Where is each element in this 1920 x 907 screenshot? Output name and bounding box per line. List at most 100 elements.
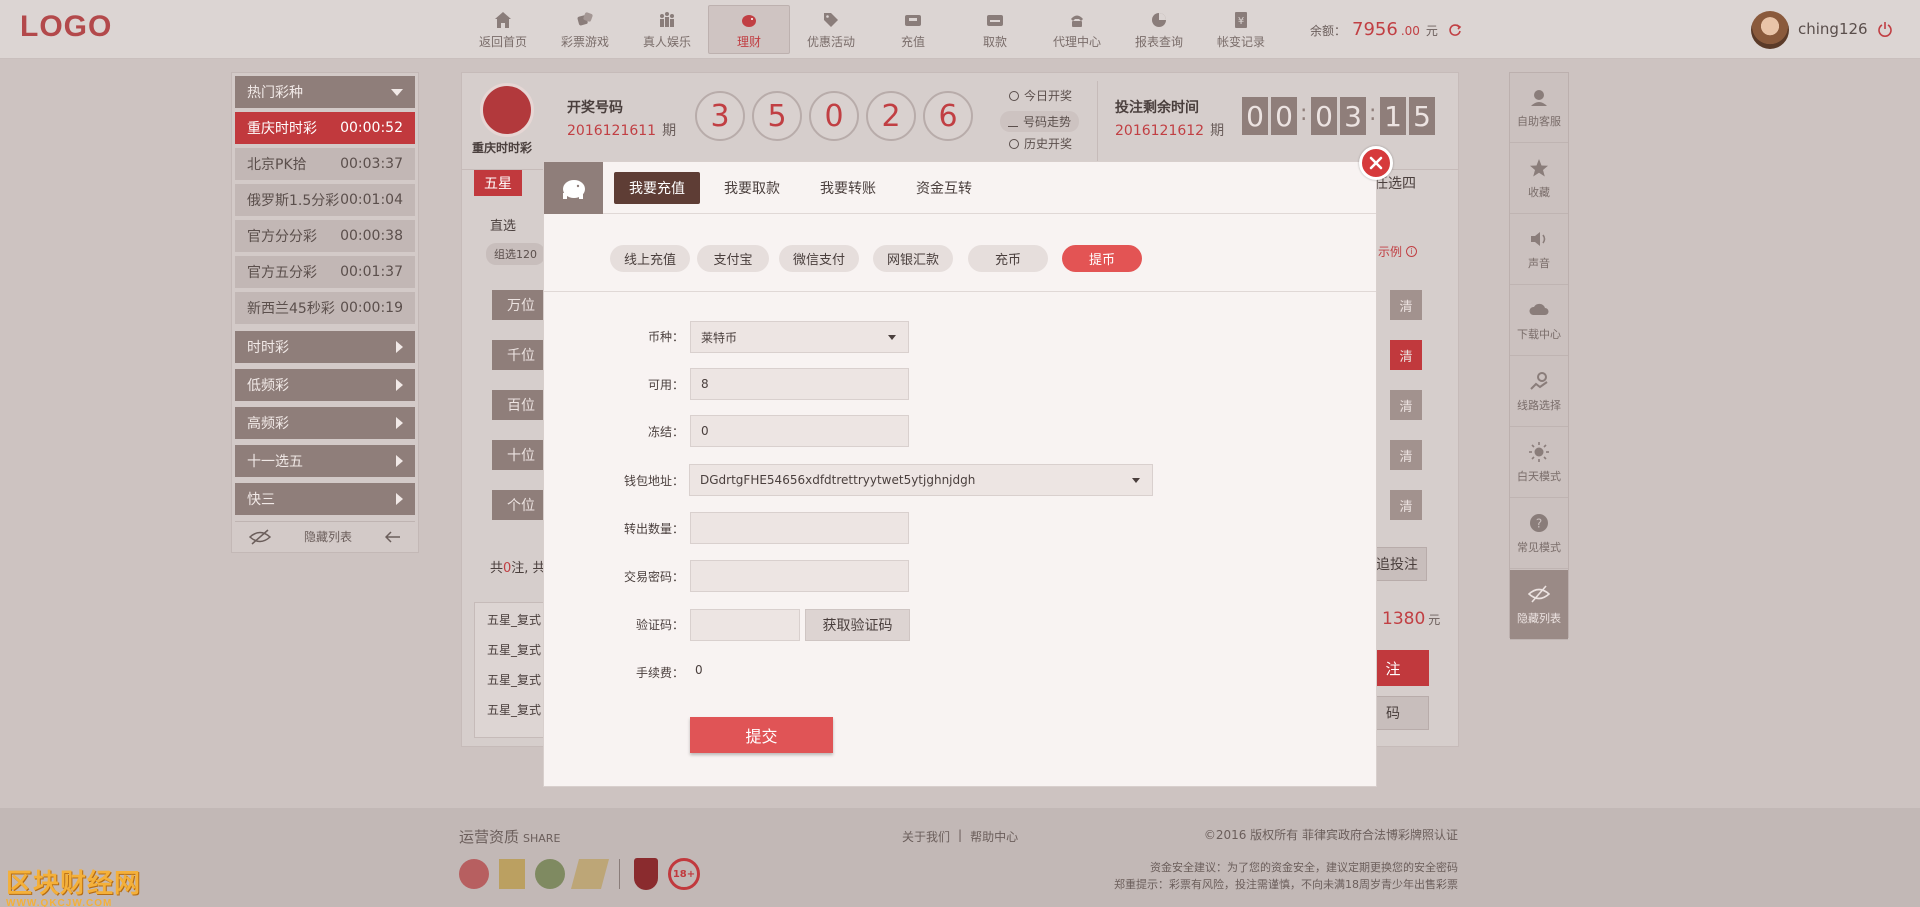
nav-live-casino[interactable]: 真人娱乐: [626, 5, 708, 54]
left-sidebar: 热门彩种 重庆时时彩 00:00:52 北京PK拾 00:03:37 俄罗斯1.5分…: [231, 72, 419, 553]
hide-list-toggle[interactable]: 隐藏列表: [235, 521, 415, 551]
cloud-download-icon: [1529, 303, 1549, 315]
phone-icon: [1071, 15, 1083, 27]
countdown-digit: 1: [1380, 97, 1406, 135]
hot-item-official-5min[interactable]: 官方五分彩 00:01:37: [235, 256, 415, 288]
hot-item-chongqing[interactable]: 重庆时时彩 00:00:52: [235, 112, 415, 144]
favorites-button[interactable]: 收藏: [1510, 144, 1568, 214]
self-service-button[interactable]: 自助客服: [1510, 73, 1568, 143]
sub-play-tag[interactable]: 组选120: [486, 243, 545, 265]
sound-button[interactable]: 声音: [1510, 215, 1568, 285]
number-trend-link[interactable]: 号码走势: [1000, 111, 1080, 132]
chevron-down-icon: [391, 88, 403, 96]
category-low-freq[interactable]: 低频彩: [235, 369, 415, 401]
clear-button[interactable]: 清: [1390, 290, 1422, 320]
play-tab-five-star[interactable]: 五星: [474, 170, 522, 196]
close-modal-button[interactable]: [1359, 146, 1393, 180]
hide-list-button[interactable]: 隐藏列表: [1510, 570, 1568, 640]
pill-online-deposit[interactable]: 线上充值: [610, 245, 690, 272]
nav-deposit[interactable]: 充值: [872, 5, 954, 54]
captcha-input[interactable]: [690, 609, 800, 641]
svg-text:?: ?: [1536, 517, 1542, 531]
pill-deposit-coin[interactable]: 充币: [968, 245, 1048, 272]
right-sidebar: 自助客服 收藏 声音 下载中心 线路选择 白天模式 ? 常见模式 隐藏列表: [1509, 72, 1569, 640]
nav-finance[interactable]: 理财: [708, 5, 790, 54]
power-icon[interactable]: [1877, 21, 1893, 37]
piggy-bank-icon: [544, 162, 603, 214]
example-link[interactable]: 示例 i: [1378, 243, 1418, 260]
hot-item-official-1min[interactable]: 官方分分彩 00:00:38: [235, 220, 415, 252]
top-header: LOGO 返回首页 彩票游戏 真人娱乐 理财 优惠活动 充值 取款 代理中心 报…: [0, 0, 1920, 59]
hot-lottery-header[interactable]: 热门彩种: [235, 76, 415, 108]
hot-item-nz-45s[interactable]: 新西兰45秒彩 00:00:19: [235, 292, 415, 324]
clear-button[interactable]: 清: [1390, 390, 1422, 420]
pie-chart-icon: [1152, 12, 1166, 27]
trade-password-input[interactable]: [690, 560, 909, 592]
currency-select[interactable]: 莱特币: [690, 321, 909, 353]
sub-play-direct[interactable]: 直选: [490, 215, 516, 234]
pill-wechat-pay[interactable]: 微信支付: [779, 245, 859, 272]
clear-button[interactable]: 清: [1390, 490, 1422, 520]
position-qian: 千位: [492, 340, 550, 370]
watermark: 区块财经网 WWW.QKCJW.COM: [6, 868, 142, 907]
tab-transfer[interactable]: 我要转账: [805, 172, 891, 204]
username[interactable]: ching126: [1798, 20, 1868, 38]
nav-reports[interactable]: 报表查询: [1118, 5, 1200, 54]
history-draws-link[interactable]: 历史开奖: [1009, 135, 1072, 152]
nav-agent-center[interactable]: 代理中心: [1036, 5, 1118, 54]
position-bai: 百位: [492, 390, 550, 420]
slip-row: 五星_复式: [487, 703, 542, 717]
day-mode-button[interactable]: 白天模式: [1510, 428, 1568, 498]
tab-deposit[interactable]: 我要充值: [614, 172, 700, 204]
category-k3[interactable]: 快三: [235, 483, 415, 515]
faq-mode-button[interactable]: ? 常见模式: [1510, 499, 1568, 569]
route-select-button[interactable]: 线路选择: [1510, 357, 1568, 427]
license-logo-2: [499, 859, 525, 889]
chevron-right-icon: [396, 493, 403, 505]
divider: [544, 291, 1376, 292]
get-captcha-button[interactable]: 获取验证码: [805, 609, 910, 641]
frozen-field: 0: [690, 415, 909, 447]
pill-withdraw-coin[interactable]: 提币: [1062, 245, 1142, 272]
main-nav: 返回首页 彩票游戏 真人娱乐 理财 优惠活动 充值 取款 代理中心 报表查询 ¥…: [462, 5, 1282, 54]
clear-button[interactable]: 清: [1390, 340, 1422, 370]
divider: [1097, 81, 1098, 161]
license-logo-3: [535, 859, 565, 889]
clock-icon: [1009, 138, 1019, 149]
help-center-link[interactable]: 帮助中心: [970, 828, 1018, 845]
wallet-icon: [905, 14, 921, 26]
about-us-link[interactable]: 关于我们: [902, 828, 950, 845]
chevron-right-icon: [396, 341, 403, 353]
avatar[interactable]: [1751, 11, 1789, 49]
category-ssc[interactable]: 时时彩: [235, 331, 415, 363]
category-high-freq[interactable]: 高频彩: [235, 407, 415, 439]
submit-button[interactable]: 提交: [690, 717, 833, 753]
hot-item-beijing-pk10[interactable]: 北京PK拾 00:03:37: [235, 148, 415, 180]
nav-account-records[interactable]: ¥ 帐变记录: [1200, 5, 1282, 54]
nav-home[interactable]: 返回首页: [462, 5, 544, 54]
tab-fund-exchange[interactable]: 资金互转: [901, 172, 987, 204]
pill-alipay[interactable]: 支付宝: [697, 245, 769, 272]
countdown-digit: 0: [1271, 97, 1297, 135]
download-center-button[interactable]: 下载中心: [1510, 286, 1568, 356]
nav-lottery-games[interactable]: 彩票游戏: [544, 5, 626, 54]
draw-ball: 5: [752, 91, 802, 141]
draw-ball: 0: [809, 91, 859, 141]
refresh-icon[interactable]: [1448, 23, 1462, 37]
transfer-amount-input[interactable]: [690, 512, 909, 544]
nav-promotions[interactable]: 优惠活动: [790, 5, 872, 54]
slip-row: 五星_复式: [487, 673, 542, 687]
pill-bank-transfer[interactable]: 网银汇款: [873, 245, 953, 272]
clock-icon: [1009, 90, 1019, 101]
withdraw-icon: [987, 14, 1003, 26]
category-11x5[interactable]: 十一选五: [235, 445, 415, 477]
position-ge: 个位: [492, 490, 550, 520]
wallet-address-select[interactable]: DGdrtgFHE54656xdfdtrettryytwet5ytjghnjdg…: [689, 464, 1153, 496]
tab-withdraw[interactable]: 我要取款: [709, 172, 795, 204]
site-logo[interactable]: LOGO: [20, 10, 112, 44]
clear-button[interactable]: 清: [1390, 440, 1422, 470]
license-logo-4: [570, 859, 610, 889]
today-draws-link[interactable]: 今日开奖: [1009, 87, 1072, 104]
hot-item-russia[interactable]: 俄罗斯1.5分彩 00:01:04: [235, 184, 415, 216]
nav-withdraw[interactable]: 取款: [954, 5, 1036, 54]
